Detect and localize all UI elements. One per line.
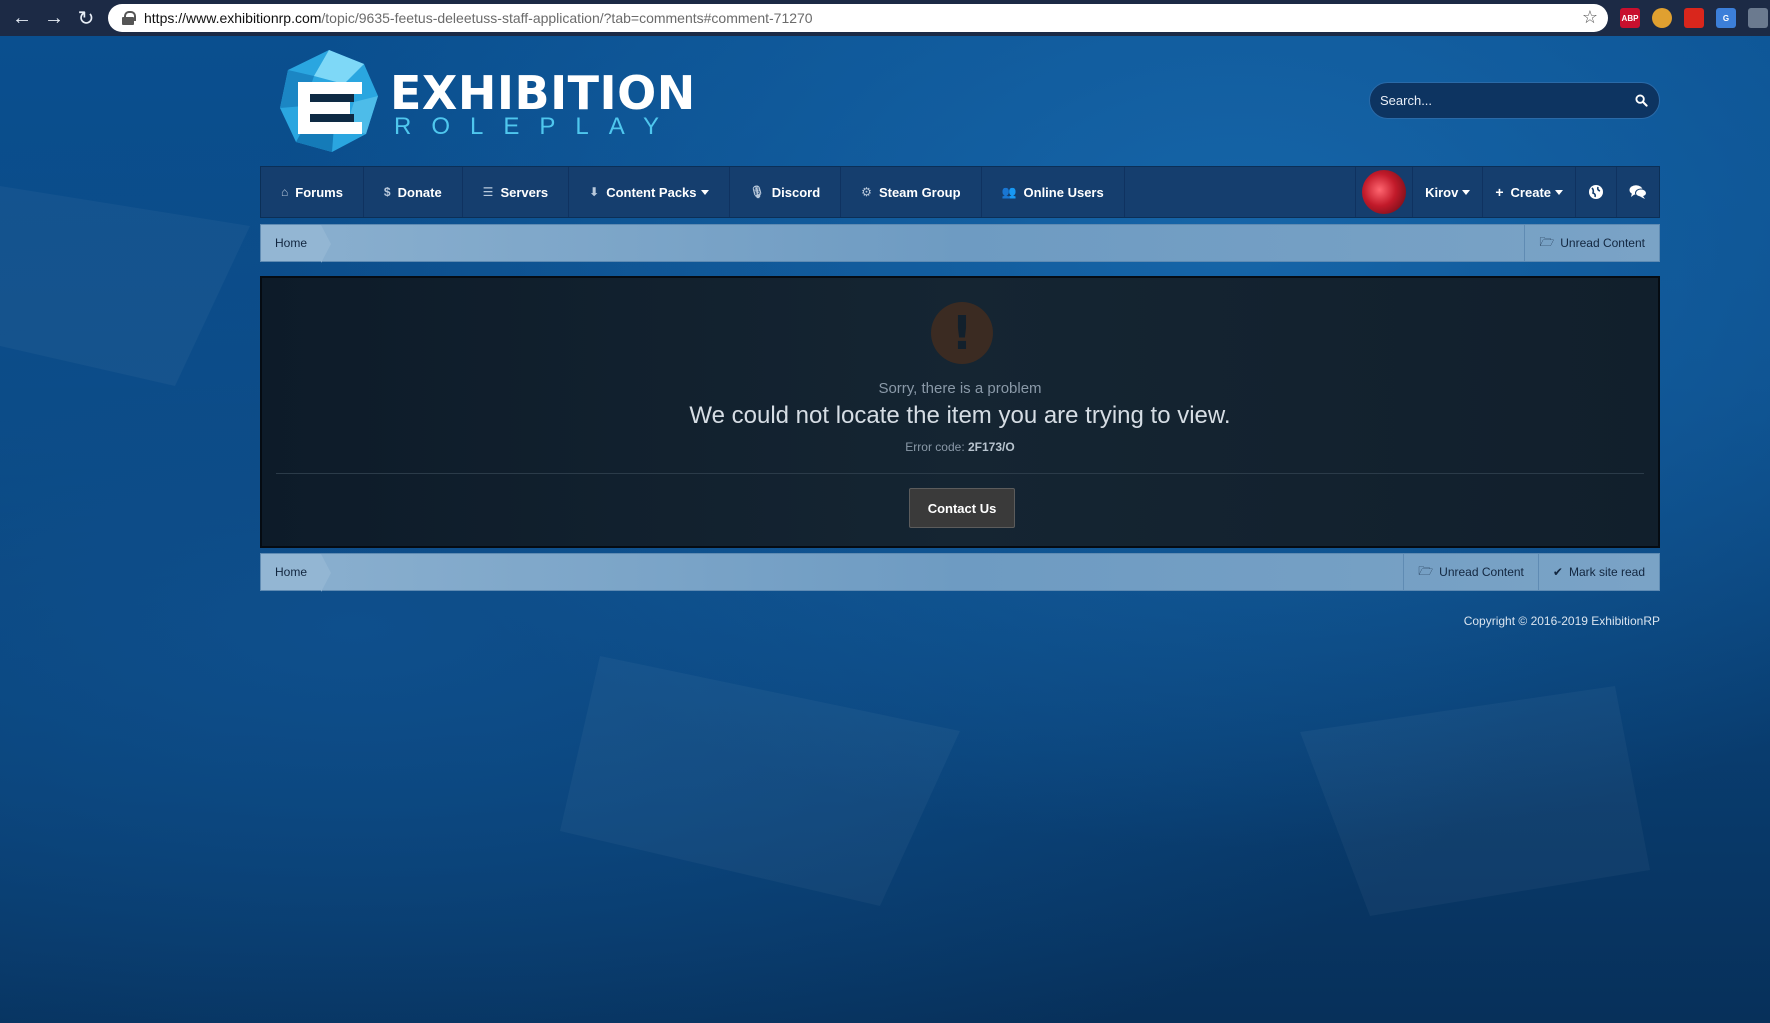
server-list-icon: ☰ [482,185,494,199]
error-panel: ! Sorry, there is a problem We could not… [260,276,1660,548]
back-arrow-icon[interactable]: ← [6,2,38,34]
search-box [1369,82,1660,119]
main-navigation: ⌂ Forums $ Donate ☰ Servers ⬇ Content Pa… [260,166,1660,218]
notifications-button[interactable] [1575,167,1616,217]
unread-content-label: Unread Content [1560,236,1645,250]
forward-arrow-icon[interactable]: → [38,2,70,34]
nav-servers[interactable]: ☰ Servers [463,167,570,217]
url-host: https://www.exhibitionrp.com [144,10,322,26]
user-nav: Kirov + Create [1355,167,1659,217]
create-label: Create [1510,184,1551,200]
unread-content-label: Unread Content [1439,565,1524,579]
nav-label: Servers [500,184,549,200]
red-extension-icon[interactable] [1684,8,1704,28]
site-logo[interactable]: EXHIBITION ROLEPLAY [274,46,696,156]
steam-icon: ⚙ [861,185,872,199]
adblock-plus-icon[interactable]: ABP [1620,8,1640,28]
unread-content-link[interactable]: 🗁 Unread Content [1524,225,1659,261]
nav-steam-group[interactable]: ⚙ Steam Group [841,167,982,217]
breadcrumb-bottom: Home 🗁 Unread Content ✔ Mark site read [260,553,1660,592]
nav-label: Content Packs [606,184,697,200]
breadcrumb-home[interactable]: Home [261,554,332,592]
create-menu[interactable]: + Create [1482,167,1575,217]
logo-subtitle: ROLEPLAY [394,113,679,140]
users-icon: 👥 [1001,185,1017,199]
divider [276,473,1644,474]
user-menu[interactable]: Kirov [1412,167,1482,217]
url-path: /topic/9635-feetus-deleetuss-staff-appli… [321,10,813,26]
nav-forums[interactable]: ⌂ Forums [261,167,364,217]
error-message: We could not locate the item you are try… [689,402,1231,429]
search-icon [1634,94,1648,107]
username: Kirov [1425,184,1459,200]
plus-icon: + [1495,184,1504,200]
search-input[interactable] [1380,93,1615,108]
caret-down-icon [700,189,709,195]
home-icon: ⌂ [281,185,289,199]
reload-icon[interactable]: ↻ [70,2,102,34]
nav-content-packs[interactable]: ⬇ Content Packs [569,167,730,217]
error-code-label: Error code: [905,440,965,454]
breadcrumb-home[interactable]: Home [261,225,332,263]
exclamation-icon: ! [931,302,993,364]
error-code: 2F173/O [968,440,1015,454]
nav-discord[interactable]: 🎙 Discord [730,167,842,217]
copyright: Copyright © 2016-2019 ExhibitionRP [1463,614,1660,628]
avatar[interactable] [1362,170,1407,214]
cookie-icon[interactable] [1652,8,1672,28]
error-subtitle: Sorry, there is a problem [878,380,1042,397]
bg-shard [1300,686,1650,916]
mark-site-read-link[interactable]: ✔ Mark site read [1537,554,1659,590]
nav-donate[interactable]: $ Donate [364,167,463,217]
nav-label: Steam Group [878,184,961,200]
checkmark-icon: ✔ [1552,565,1563,579]
error-code-line: Error code: 2F173/O [262,440,1658,454]
download-icon: ⬇ [589,185,600,199]
address-bar[interactable]: https://www.exhibitionrp.com/topic/9635-… [108,4,1608,32]
bg-shard [560,656,960,906]
messages-button[interactable] [1616,167,1659,217]
caret-down-icon [1462,189,1471,195]
logo-title: EXHIBITION [390,66,696,120]
nav-label: Discord [771,184,821,200]
breadcrumb: Home 🗁 Unread Content [260,224,1660,263]
bg-shard [0,186,250,386]
nav-label: Online Users [1023,184,1104,200]
lock-icon [122,11,136,25]
nav-label: Forums [295,184,343,200]
contact-us-button[interactable]: Contact Us [909,488,1015,528]
unread-content-link[interactable]: 🗁 Unread Content [1403,554,1538,590]
logo-crystal-icon [280,50,378,152]
translate-icon[interactable]: G [1716,8,1736,28]
mark-site-read-label: Mark site read [1568,565,1645,579]
folder-open-icon: 🗁 [1418,563,1434,578]
avatar-wrapper[interactable] [1355,167,1412,217]
page-background: EXHIBITION ROLEPLAY ⌂ Forums $ Donate ☰ … [0,36,1770,1023]
nav-label: Donate [397,184,442,200]
extension-icons: ABP G [1620,8,1768,28]
profile-icon[interactable] [1748,8,1768,28]
dollar-icon: $ [383,185,391,199]
microphone-icon: 🎙 [749,185,765,199]
chat-bubbles-icon [1629,185,1647,199]
nav-online-users[interactable]: 👥 Online Users [982,167,1125,217]
browser-toolbar: ← → ↻ https://www.exhibitionrp.com/topic… [0,0,1770,36]
search-button[interactable] [1623,83,1659,118]
caret-down-icon [1555,189,1563,195]
globe-icon [1589,185,1603,199]
folder-open-icon: 🗁 [1539,234,1555,249]
bookmark-star-icon[interactable]: ☆ [1582,7,1598,28]
